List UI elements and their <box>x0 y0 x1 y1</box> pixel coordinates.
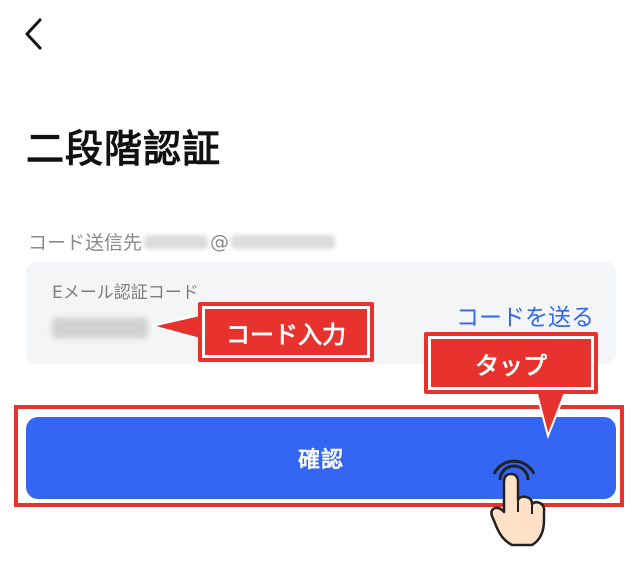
back-button[interactable] <box>14 14 54 54</box>
at-sign: @ <box>210 230 230 253</box>
send-code-link[interactable]: コードを送る <box>456 298 594 332</box>
two-factor-screen: 二段階認証 コード送信先 @ Eメール認証コード コードを送る 確認 コード入力 <box>0 0 642 563</box>
masked-email-local <box>144 234 209 249</box>
destination-label: コード送信先 <box>28 232 143 254</box>
destination-line: コード送信先 @ <box>28 228 336 255</box>
masked-email-domain <box>231 234 336 249</box>
callout-code-input-label: コード入力 <box>226 320 346 349</box>
callout-tap: タップ <box>424 332 598 394</box>
callout-code-input: コード入力 <box>198 302 374 362</box>
confirm-button-label: 確認 <box>297 448 344 473</box>
chevron-left-icon <box>25 18 42 50</box>
email-code-label: Eメール認証コード <box>52 283 199 303</box>
email-code-value[interactable] <box>52 318 148 338</box>
confirm-button[interactable]: 確認 <box>26 417 616 499</box>
callout-tap-label: タップ <box>475 351 547 380</box>
page-title: 二段階認証 <box>26 127 222 171</box>
